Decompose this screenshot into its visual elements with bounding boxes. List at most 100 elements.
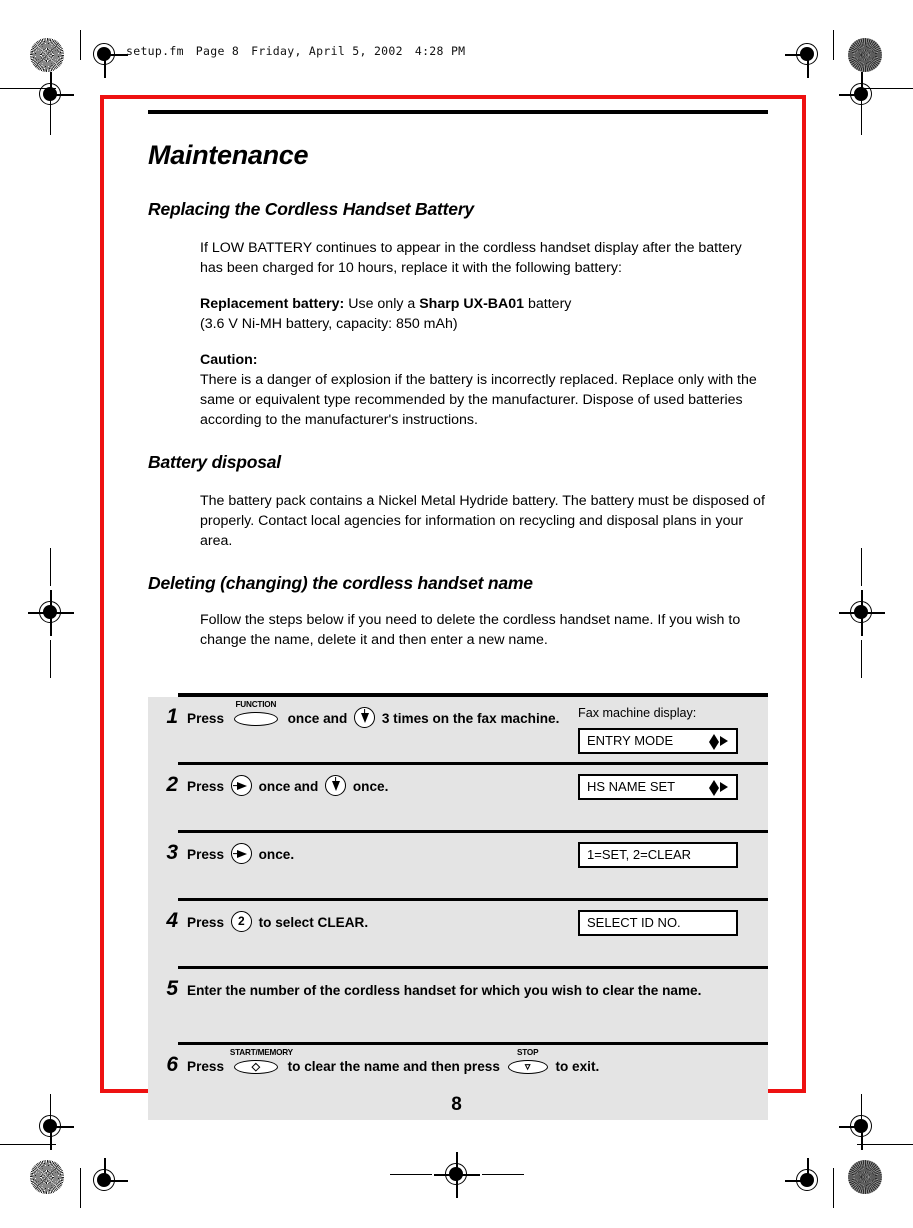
fax-display-column-label: Fax machine display: bbox=[578, 706, 697, 720]
numeric-key-2-icon[interactable]: 2 bbox=[230, 911, 252, 932]
page-title: Maintenance bbox=[148, 140, 309, 170]
section-heading-deleting-name: Deleting (changing) the cordless handset… bbox=[148, 573, 533, 593]
step-display-cell: HS NAME SET bbox=[578, 774, 768, 800]
table-row: 5 Enter the number of the cordless hands… bbox=[148, 969, 768, 1045]
registration-starburst-top-left bbox=[30, 38, 64, 72]
replacement-battery-text-1: Use only a bbox=[344, 296, 420, 312]
down-arrow-key-icon[interactable] bbox=[354, 707, 376, 728]
paragraph-low-battery: If LOW BATTERY continues to appear in th… bbox=[200, 240, 742, 276]
registration-crosshair-bottom-right-inner bbox=[785, 1158, 831, 1204]
replacement-battery-brand: Sharp UX-BA01 bbox=[419, 296, 525, 312]
crop-line-right-upper-horizontal bbox=[857, 88, 913, 90]
header-rule bbox=[148, 110, 768, 114]
step2-text-before: Press bbox=[187, 779, 225, 794]
header-slug-line: setup.fm Page 8 Friday, April 5, 2002 4:28 … bbox=[126, 44, 465, 58]
registration-crosshair-left-upper bbox=[28, 72, 74, 118]
section-heading-battery-disposal: Battery disposal bbox=[148, 452, 281, 472]
fax-display-box: HS NAME SET bbox=[578, 774, 738, 800]
down-arrow-key-icon[interactable] bbox=[325, 775, 347, 796]
fax-display-box: 1=SET, 2=CLEAR bbox=[578, 842, 738, 868]
page-number: 8 bbox=[451, 1094, 462, 1115]
step-instruction: Press START/MEMORY ◇ to clear the name a… bbox=[187, 1048, 768, 1078]
section-heading-replacing-battery: Replacing the Cordless Handset Battery bbox=[148, 199, 474, 219]
registration-crosshair-bottom-left-inner bbox=[82, 1158, 128, 1204]
step1-text-mid: once and bbox=[287, 711, 348, 726]
step-number: 1 bbox=[166, 705, 178, 728]
procedure-steps-table: 1 Press FUNCTION once and 3 times on the… bbox=[148, 693, 768, 1120]
slug-time: 4:28 PM bbox=[414, 44, 466, 58]
caution-text: There is a danger of explosion if the ba… bbox=[200, 372, 757, 428]
start-diamond-glyph: ◇ bbox=[251, 1061, 261, 1073]
step6-text-after: to exit. bbox=[555, 1059, 600, 1074]
step-instruction: Enter the number of the cordless handset… bbox=[187, 978, 768, 1002]
display-scroll-arrows-icon bbox=[707, 778, 729, 798]
registration-starburst-bottom-right bbox=[848, 1160, 882, 1194]
registration-crosshair-top-left-inner bbox=[82, 32, 128, 78]
step2-text-mid: once and bbox=[258, 779, 319, 794]
fax-display-box: ENTRY MODE bbox=[578, 728, 738, 754]
crop-line-top-left-vertical bbox=[80, 30, 82, 60]
step6-text-before: Press bbox=[187, 1059, 225, 1074]
crop-line-bottom-left-vertical bbox=[80, 1168, 82, 1208]
table-row: 4 Press 2 to select CLEAR. SELECT ID NO. bbox=[148, 901, 768, 969]
step-instruction: Press once. bbox=[187, 842, 578, 866]
right-arrow-key-icon[interactable] bbox=[230, 775, 252, 796]
step-instruction: Press 2 to select CLEAR. bbox=[187, 910, 578, 934]
registration-crosshair-top-right-inner bbox=[785, 32, 831, 78]
registration-crosshair-left-middle bbox=[28, 590, 74, 636]
crop-line-right-upper-vertical bbox=[861, 95, 863, 135]
right-arrow-key-icon[interactable] bbox=[230, 843, 252, 864]
step4-text-before: Press bbox=[187, 915, 225, 930]
registration-starburst-bottom-left bbox=[30, 1160, 64, 1194]
table-row: 2 Press once and once. HS NAME SET bbox=[148, 765, 768, 833]
fax-display-text: ENTRY MODE bbox=[587, 733, 674, 748]
paragraph-caution: Caution: There is a danger of explosion … bbox=[200, 350, 768, 430]
replacement-battery-label: Replacement battery: bbox=[200, 296, 345, 312]
crop-line-bottom-right-vertical bbox=[833, 1168, 835, 1208]
crop-line-right-lower-horizontal bbox=[857, 1144, 913, 1146]
display-scroll-arrows-icon bbox=[707, 732, 729, 752]
step3-text-before: Press bbox=[187, 847, 225, 862]
start-memory-button-label: START/MEMORY bbox=[229, 1048, 293, 1057]
table-row: 1 Press FUNCTION once and 3 times on the… bbox=[148, 697, 768, 765]
step-number: 5 bbox=[166, 977, 178, 1000]
crop-line-left-middle-vertical-a bbox=[49, 548, 51, 586]
function-button-label: FUNCTION bbox=[235, 700, 277, 709]
document-content: Maintenance Replacing the Cordless Hands… bbox=[148, 110, 768, 666]
crop-line-bottom-center-horizontal-b bbox=[482, 1174, 524, 1176]
registration-crosshair-bottom-center bbox=[434, 1152, 480, 1198]
step3-text-after: once. bbox=[258, 847, 295, 862]
step-number: 3 bbox=[166, 841, 178, 864]
step-number: 4 bbox=[166, 909, 178, 932]
step1-text-after: 3 times on the fax machine. bbox=[381, 711, 560, 726]
crop-line-left-upper-horizontal bbox=[0, 88, 56, 90]
function-button-icon[interactable]: FUNCTION bbox=[230, 700, 282, 727]
start-memory-button-icon[interactable]: START/MEMORY ◇ bbox=[230, 1048, 293, 1075]
crop-line-right-middle-vertical-b bbox=[861, 640, 863, 678]
caution-label: Caution: bbox=[200, 352, 258, 368]
fax-display-text: HS NAME SET bbox=[587, 779, 676, 794]
step-instruction: Press once and once. bbox=[187, 774, 578, 798]
step6-text-mid: to clear the name and then press bbox=[287, 1059, 500, 1074]
step5-text: Enter the number of the cordless handset… bbox=[187, 983, 702, 998]
crop-line-top-right-vertical bbox=[833, 30, 835, 60]
crop-line-left-upper-vertical bbox=[49, 95, 51, 135]
registration-crosshair-right-middle bbox=[839, 590, 885, 636]
fax-display-text: 1=SET, 2=CLEAR bbox=[587, 847, 692, 862]
paragraph-battery-disposal: The battery pack contains a Nickel Metal… bbox=[200, 493, 765, 549]
crop-line-right-middle-vertical-a bbox=[861, 548, 863, 586]
crop-line-left-lower-horizontal bbox=[0, 1144, 56, 1146]
fax-display-text: SELECT ID NO. bbox=[587, 915, 681, 930]
step-display-cell: Fax machine display: ENTRY MODE bbox=[578, 706, 768, 754]
stop-button-icon[interactable]: STOP ▿ bbox=[506, 1048, 550, 1075]
paragraph-replacement-battery: Replacement battery: Use only a Sharp UX… bbox=[200, 294, 768, 334]
slug-date: Friday, April 5, 2002 bbox=[251, 44, 403, 58]
step2-text-after: once. bbox=[352, 779, 389, 794]
step-display-cell: SELECT ID NO. bbox=[578, 910, 768, 936]
crop-line-bottom-center-horizontal-a bbox=[390, 1174, 432, 1176]
step-instruction: Press FUNCTION once and 3 times on the f… bbox=[187, 700, 578, 730]
stop-button-label: STOP bbox=[517, 1048, 539, 1057]
crop-line-left-middle-vertical-b bbox=[49, 640, 51, 678]
slug-filename: setup.fm bbox=[126, 44, 184, 58]
step-display-cell: 1=SET, 2=CLEAR bbox=[578, 842, 768, 868]
